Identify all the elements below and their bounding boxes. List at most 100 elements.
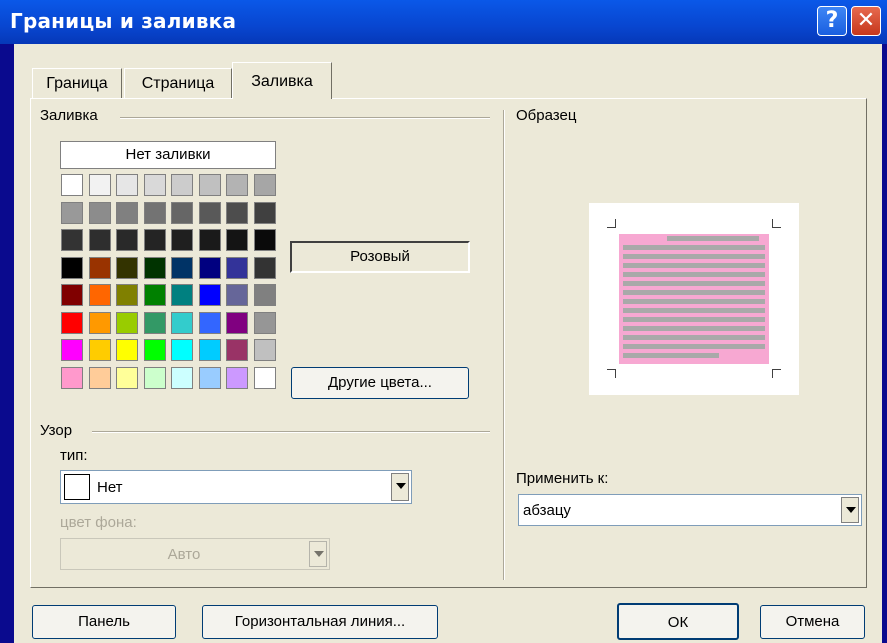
color-swatch[interactable] xyxy=(61,366,83,389)
color-swatch[interactable] xyxy=(171,256,193,279)
color-swatch[interactable] xyxy=(61,339,83,361)
color-swatch[interactable] xyxy=(61,284,83,306)
color-swatch[interactable] xyxy=(88,284,111,306)
color-swatch[interactable] xyxy=(253,366,276,389)
color-swatch[interactable] xyxy=(171,201,193,224)
color-swatch[interactable] xyxy=(116,256,138,279)
ok-button[interactable]: ОК xyxy=(617,603,739,640)
color-swatch[interactable] xyxy=(171,311,193,334)
tab-page-label: Страница xyxy=(141,75,215,92)
text-line xyxy=(667,236,759,241)
color-swatch[interactable] xyxy=(116,339,138,361)
more-colors-button[interactable]: Другие цвета... xyxy=(291,367,469,399)
color-swatch[interactable] xyxy=(198,311,221,334)
chevron-down-icon xyxy=(309,541,327,567)
fill-separator xyxy=(120,117,490,119)
color-swatch[interactable] xyxy=(88,311,111,334)
color-swatch[interactable] xyxy=(116,311,138,334)
crop-mark xyxy=(607,369,616,378)
color-swatch[interactable] xyxy=(171,366,193,389)
color-swatch[interactable] xyxy=(143,201,166,224)
color-swatch[interactable] xyxy=(171,339,193,361)
color-swatch[interactable] xyxy=(198,366,221,389)
color-swatch[interactable] xyxy=(226,366,248,389)
color-swatch[interactable] xyxy=(143,339,166,361)
color-swatch[interactable] xyxy=(61,174,83,196)
color-swatch[interactable] xyxy=(253,256,276,279)
color-swatch[interactable] xyxy=(116,201,138,224)
color-swatch[interactable] xyxy=(198,229,221,251)
color-swatch[interactable] xyxy=(61,256,83,279)
color-swatch[interactable] xyxy=(143,256,166,279)
help-button[interactable]: ? xyxy=(817,6,847,36)
color-swatch[interactable] xyxy=(171,284,193,306)
text-line xyxy=(623,353,719,358)
color-swatch[interactable] xyxy=(253,174,276,196)
color-swatch[interactable] xyxy=(198,284,221,306)
color-swatch[interactable] xyxy=(226,201,248,224)
tab-border[interactable]: Граница xyxy=(32,68,122,99)
color-swatch[interactable] xyxy=(143,174,166,196)
color-swatch[interactable] xyxy=(226,311,248,334)
tab-shading[interactable]: Заливка xyxy=(232,62,332,99)
color-swatch[interactable] xyxy=(253,229,276,251)
tab-shading-label: Заливка xyxy=(251,73,313,90)
color-swatch[interactable] xyxy=(88,229,111,251)
color-swatch[interactable] xyxy=(88,366,111,389)
background-color-select: Авто xyxy=(60,538,330,570)
text-line xyxy=(623,290,765,295)
color-swatch[interactable] xyxy=(88,174,111,196)
color-swatch[interactable] xyxy=(171,174,193,196)
color-swatch[interactable] xyxy=(61,201,83,224)
color-swatch[interactable] xyxy=(143,284,166,306)
color-swatch[interactable] xyxy=(88,256,111,279)
color-swatch[interactable] xyxy=(226,229,248,251)
color-swatch[interactable] xyxy=(143,366,166,389)
pattern-swatch xyxy=(64,474,90,500)
color-swatch[interactable] xyxy=(198,201,221,224)
pattern-type-label: тип: xyxy=(60,447,88,464)
color-swatch[interactable] xyxy=(171,229,193,251)
color-swatch[interactable] xyxy=(88,201,111,224)
color-swatch[interactable] xyxy=(198,339,221,361)
color-swatch[interactable] xyxy=(253,201,276,224)
horizontal-line-button[interactable]: Горизонтальная линия... xyxy=(202,605,438,639)
color-swatch[interactable] xyxy=(198,174,221,196)
crop-mark xyxy=(772,219,781,228)
color-swatch[interactable] xyxy=(253,311,276,334)
apply-to-select[interactable]: абзацу xyxy=(518,494,862,526)
tab-border-label: Граница xyxy=(46,75,108,92)
shading-preview xyxy=(619,234,769,364)
pattern-type-select[interactable]: Нет xyxy=(60,470,412,504)
color-swatch[interactable] xyxy=(116,366,138,389)
chevron-down-icon[interactable] xyxy=(391,473,409,501)
color-swatch[interactable] xyxy=(253,284,276,306)
panel-button[interactable]: Панель xyxy=(32,605,176,639)
color-swatch[interactable] xyxy=(143,229,166,251)
color-swatch[interactable] xyxy=(116,284,138,306)
color-swatch[interactable] xyxy=(198,256,221,279)
color-swatch[interactable] xyxy=(143,311,166,334)
cancel-button[interactable]: Отмена xyxy=(760,605,865,639)
color-swatch[interactable] xyxy=(226,339,248,361)
color-swatch[interactable] xyxy=(226,284,248,306)
color-swatch[interactable] xyxy=(253,339,276,361)
close-button[interactable]: ✕ xyxy=(851,6,881,36)
color-swatch[interactable] xyxy=(61,229,83,251)
no-fill-button[interactable]: Нет заливки xyxy=(60,141,276,169)
text-line xyxy=(623,317,765,322)
chevron-down-icon[interactable] xyxy=(841,497,859,523)
tab-page[interactable]: Страница xyxy=(124,68,232,99)
apply-to-value: абзацу xyxy=(523,502,571,519)
crop-mark xyxy=(772,369,781,378)
vertical-separator xyxy=(503,110,505,580)
color-swatch[interactable] xyxy=(61,311,83,334)
color-swatch[interactable] xyxy=(226,174,248,196)
text-line xyxy=(623,245,765,250)
color-swatch[interactable] xyxy=(116,229,138,251)
pattern-type-value: Нет xyxy=(97,479,123,496)
color-swatch[interactable] xyxy=(88,339,111,361)
fill-section-label: Заливка xyxy=(40,107,98,124)
color-swatch[interactable] xyxy=(226,256,248,279)
color-swatch[interactable] xyxy=(116,174,138,196)
